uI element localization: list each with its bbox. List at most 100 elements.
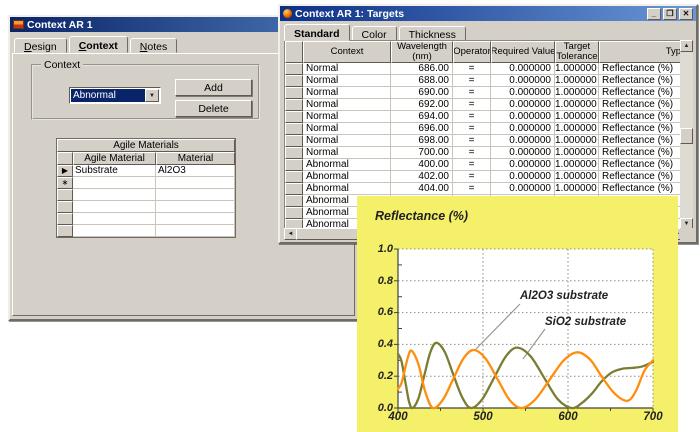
window-icon[interactable] <box>13 20 24 29</box>
cell[interactable]: 1.000000 <box>555 123 599 135</box>
material-cell[interactable] <box>156 213 235 225</box>
row-selector[interactable] <box>285 87 303 99</box>
cell[interactable]: 0.000000 <box>491 135 555 147</box>
targets-window-titlebar[interactable]: Context AR 1: Targets _ ❐ ✕ <box>280 6 696 21</box>
cell[interactable]: Reflectance (%) <box>599 75 684 87</box>
cell[interactable]: 1.000000 <box>555 183 599 195</box>
cell[interactable]: 696.00 <box>391 123 453 135</box>
cell[interactable]: 698.00 <box>391 135 453 147</box>
cell[interactable]: 694.00 <box>391 111 453 123</box>
cell[interactable]: Normal <box>303 63 391 75</box>
target-row[interactable]: Normal688.00=0.0000001.000000Reflectance… <box>285 75 684 87</box>
target-row[interactable]: Normal694.00=0.0000001.000000Reflectance… <box>285 111 684 123</box>
agile-material-row[interactable] <box>57 201 235 213</box>
agile-material-row[interactable]: ∗ <box>57 177 235 189</box>
agile-material-cell[interactable] <box>73 189 156 201</box>
cell[interactable]: Abnormal <box>303 183 391 195</box>
cell[interactable]: 1.000000 <box>555 159 599 171</box>
row-selector[interactable] <box>57 225 73 237</box>
agile-material-cell[interactable] <box>73 201 156 213</box>
delete-button[interactable]: Delete <box>175 100 252 117</box>
cell[interactable]: 1.000000 <box>555 111 599 123</box>
cell[interactable]: Reflectance (%) <box>599 183 684 195</box>
cell[interactable]: 0.000000 <box>491 87 555 99</box>
cell[interactable]: 0.000000 <box>491 159 555 171</box>
minimize-button[interactable]: _ <box>647 8 661 20</box>
column-header-operator[interactable]: Operator <box>453 41 491 63</box>
cell[interactable]: Normal <box>303 147 391 159</box>
cell[interactable]: 0.000000 <box>491 75 555 87</box>
cell[interactable]: 0.000000 <box>491 99 555 111</box>
maximize-button[interactable]: ❐ <box>663 8 677 20</box>
agile-material-row[interactable]: ▶SubstrateAl2O3 <box>57 165 235 177</box>
cell[interactable]: = <box>453 183 491 195</box>
agile-material-cell[interactable] <box>73 177 156 189</box>
cell[interactable]: Reflectance (%) <box>599 87 684 99</box>
cell[interactable]: Normal <box>303 87 391 99</box>
target-row[interactable]: Normal690.00=0.0000001.000000Reflectance… <box>285 87 684 99</box>
row-selector[interactable] <box>285 195 303 207</box>
cell[interactable]: Normal <box>303 99 391 111</box>
window-icon[interactable] <box>283 9 292 18</box>
material-cell[interactable] <box>156 177 235 189</box>
column-header-required-value[interactable]: Required Value <box>491 41 555 63</box>
target-row[interactable]: Abnormal402.00=0.0000001.000000Reflectan… <box>285 171 684 183</box>
column-header-target-tolerance[interactable]: Target Tolerance <box>555 41 599 63</box>
material-cell[interactable] <box>156 189 235 201</box>
tab-design[interactable]: Design <box>14 38 67 53</box>
row-selector[interactable] <box>285 147 303 159</box>
target-row[interactable]: Normal698.00=0.0000001.000000Reflectance… <box>285 135 684 147</box>
cell[interactable]: = <box>453 123 491 135</box>
tab-context[interactable]: Context <box>69 36 128 53</box>
cell[interactable]: 1.000000 <box>555 171 599 183</box>
cell[interactable]: 686.00 <box>391 63 453 75</box>
row-selector[interactable] <box>285 63 303 75</box>
agile-material-cell[interactable] <box>73 225 156 237</box>
cell[interactable]: 1.000000 <box>555 63 599 75</box>
cell[interactable]: 690.00 <box>391 87 453 99</box>
cell[interactable]: 0.000000 <box>491 63 555 75</box>
cell[interactable]: 0.000000 <box>491 111 555 123</box>
cell[interactable]: 688.00 <box>391 75 453 87</box>
target-row[interactable]: Normal686.00=0.0000001.000000Reflectance… <box>285 63 684 75</box>
tab-thickness[interactable]: Thickness <box>399 26 466 41</box>
scroll-up-icon[interactable]: ▲ <box>680 40 693 52</box>
cell[interactable]: = <box>453 63 491 75</box>
cell[interactable]: Reflectance (%) <box>599 111 684 123</box>
chevron-down-icon[interactable]: ▼ <box>145 89 159 102</box>
row-selector[interactable]: ▶ <box>57 165 73 177</box>
column-header-type[interactable]: Typ <box>599 41 684 63</box>
cell[interactable]: 404.00 <box>391 183 453 195</box>
close-button[interactable]: ✕ <box>679 8 693 20</box>
column-header-context[interactable]: Context <box>303 41 391 63</box>
add-button[interactable]: Add <box>175 79 252 96</box>
agile-material-cell[interactable] <box>73 213 156 225</box>
agile-material-row[interactable] <box>57 189 235 201</box>
row-selector[interactable] <box>285 99 303 111</box>
material-cell[interactable] <box>156 225 235 237</box>
cell[interactable]: = <box>453 171 491 183</box>
cell[interactable]: 700.00 <box>391 147 453 159</box>
agile-material-cell[interactable]: Substrate <box>73 165 156 177</box>
row-selector[interactable] <box>57 213 73 225</box>
row-selector[interactable] <box>285 75 303 87</box>
cell[interactable]: 1.000000 <box>555 75 599 87</box>
cell[interactable]: 400.00 <box>391 159 453 171</box>
cell[interactable]: Reflectance (%) <box>599 159 684 171</box>
target-row[interactable]: Abnormal400.00=0.0000001.000000Reflectan… <box>285 159 684 171</box>
cell[interactable]: Abnormal <box>303 159 391 171</box>
row-selector[interactable] <box>285 135 303 147</box>
row-selector[interactable]: ∗ <box>57 177 73 189</box>
cell[interactable]: 1.000000 <box>555 147 599 159</box>
tab-standard[interactable]: Standard <box>284 24 350 41</box>
cell[interactable]: Abnormal <box>303 171 391 183</box>
cell[interactable]: = <box>453 159 491 171</box>
agile-material-row[interactable] <box>57 225 235 237</box>
target-row[interactable]: Abnormal404.00=0.0000001.000000Reflectan… <box>285 183 684 195</box>
cell[interactable]: = <box>453 75 491 87</box>
cell[interactable]: = <box>453 147 491 159</box>
column-header-agile-material[interactable]: Agile Material <box>73 152 156 165</box>
target-row[interactable]: Normal700.00=0.0000001.000000Reflectance… <box>285 147 684 159</box>
cell[interactable]: Normal <box>303 135 391 147</box>
row-selector[interactable] <box>285 171 303 183</box>
